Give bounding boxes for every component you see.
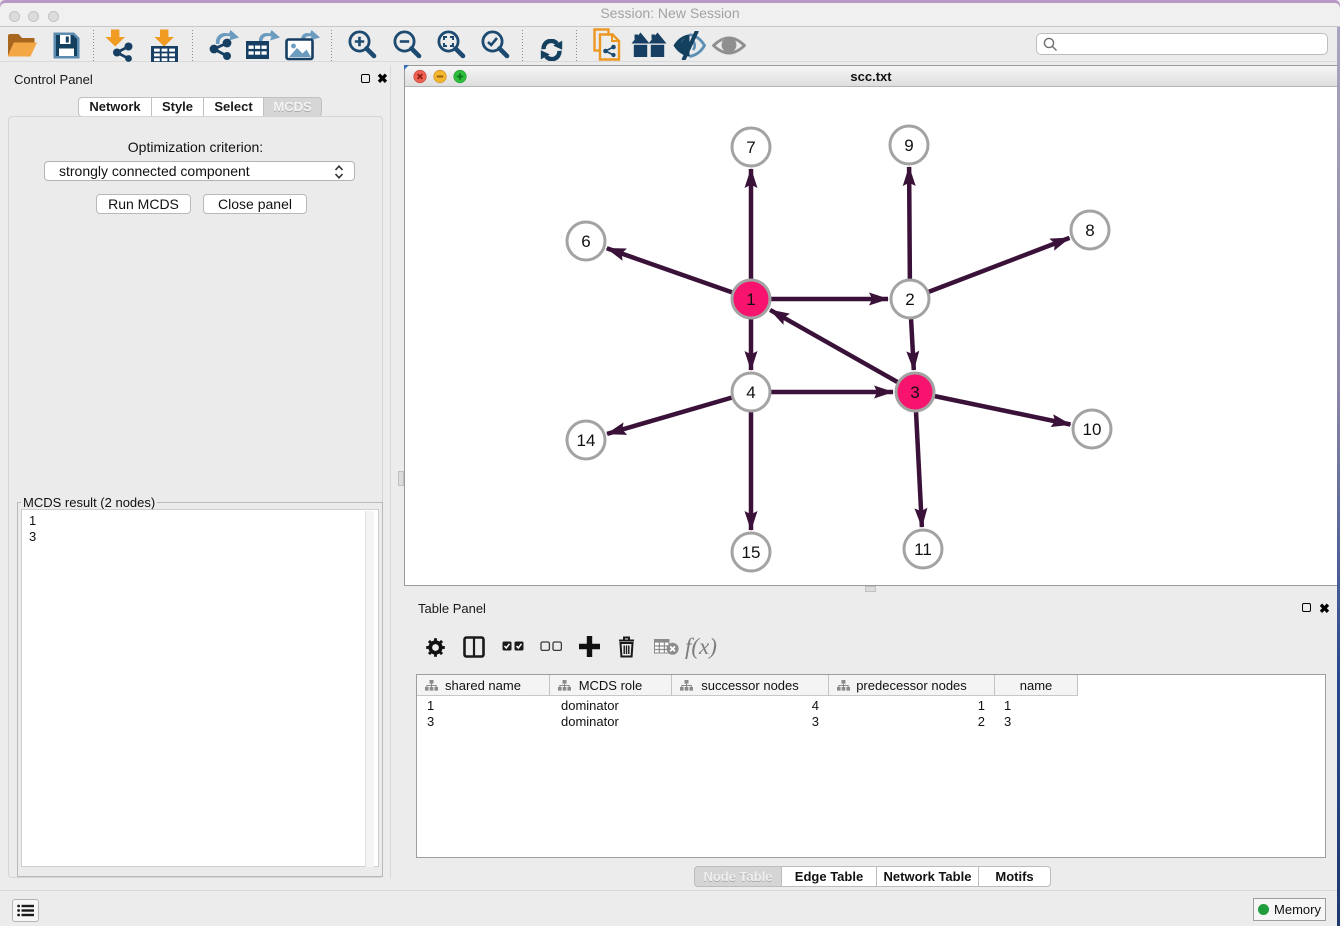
- svg-text:11: 11: [914, 540, 932, 559]
- svg-text:14: 14: [577, 431, 596, 450]
- svg-text:8: 8: [1085, 221, 1094, 240]
- svg-text:6: 6: [581, 232, 590, 251]
- svg-text:1: 1: [746, 290, 755, 309]
- svg-text:2: 2: [905, 290, 914, 309]
- svg-text:10: 10: [1083, 420, 1102, 439]
- svg-text:4: 4: [746, 383, 755, 402]
- svg-text:7: 7: [746, 138, 755, 157]
- svg-text:3: 3: [910, 383, 919, 402]
- svg-text:9: 9: [904, 136, 913, 155]
- svg-text:15: 15: [742, 543, 761, 562]
